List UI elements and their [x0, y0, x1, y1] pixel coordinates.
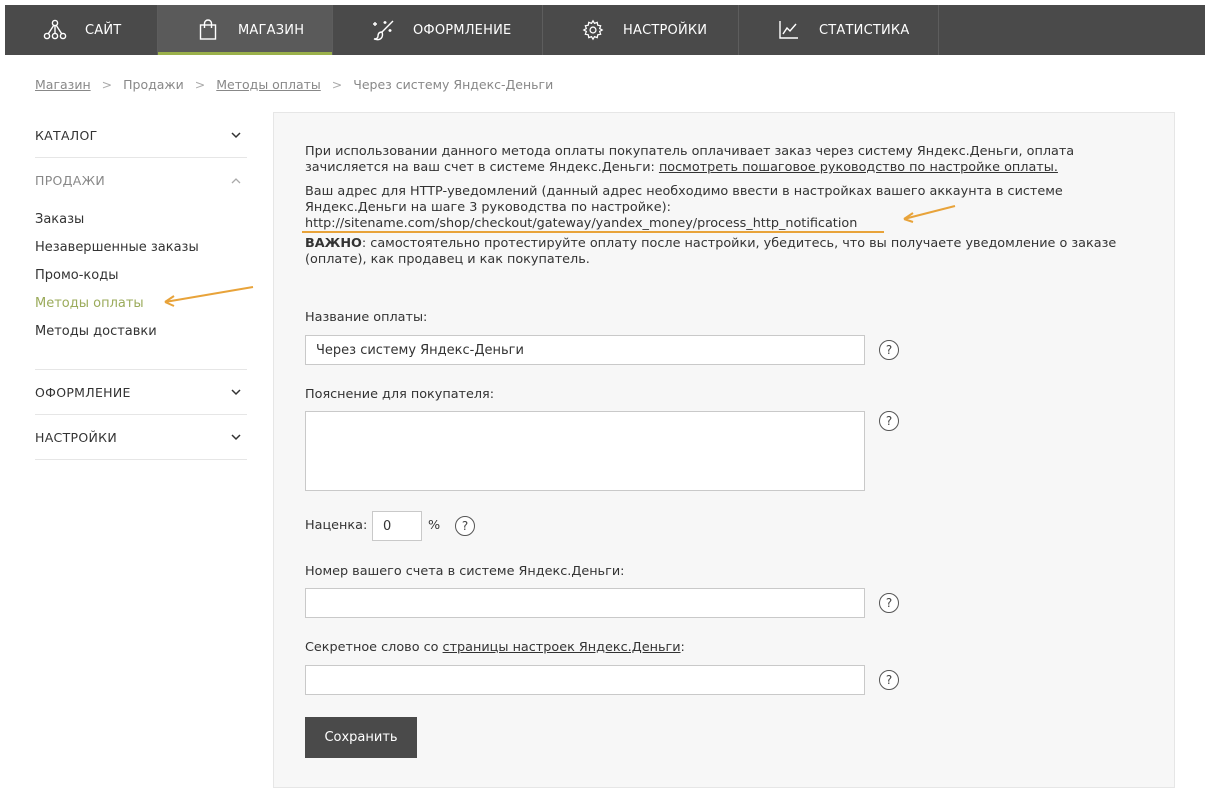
breadcrumb-separator: > [331, 77, 343, 92]
chevron-down-icon [229, 385, 243, 399]
payment-name-input[interactable] [305, 335, 865, 365]
info-text-2: Ваш адрес для HTTP-уведомлений (данный а… [305, 184, 1063, 215]
help-icon[interactable]: ? [879, 593, 899, 613]
sidebar-section-label: НАСТРОЙКИ [35, 429, 117, 445]
gear-icon [581, 18, 605, 42]
yandex-settings-link[interactable]: страницы настроек Яндекс.Деньги [443, 640, 681, 655]
magic-brush-icon [371, 18, 395, 42]
sidebar-sales-list: Заказы Незавершенные заказы Промо-коды М… [35, 203, 247, 370]
chevron-up-icon [229, 174, 243, 188]
sidebar: КАТАЛОГ ПРОДАЖИ Заказы Незавершенные зак… [35, 113, 247, 460]
secret-word-input[interactable] [305, 665, 865, 695]
sidebar-item-promo-codes[interactable]: Промо-коды [35, 265, 247, 293]
secret-word-label: Секретное слово со страницы настроек Янд… [305, 640, 685, 655]
sidebar-section-label: ОФОРМЛЕНИЕ [35, 384, 131, 400]
info-text-3: : самостоятельно протестируйте оплату по… [305, 236, 1117, 267]
breadcrumb-sales: Продажи [123, 77, 184, 92]
tab-settings-label: НАСТРОЙКИ [623, 22, 708, 38]
tab-design[interactable]: ОФОРМЛЕНИЕ [333, 5, 543, 55]
sidebar-item-delivery-methods[interactable]: Методы доставки [35, 321, 247, 349]
network-icon [43, 18, 67, 42]
account-number-label: Номер вашего счета в системе Яндекс.День… [305, 564, 625, 579]
tab-statistics-label: СТАТИСТИКА [819, 22, 910, 38]
markup-unit: % [428, 518, 441, 533]
info-paragraph: При использовании данного метода оплаты … [305, 144, 1125, 176]
breadcrumb: Магазин > Продажи > Методы оплаты > Чере… [35, 77, 553, 92]
sidebar-section-settings[interactable]: НАСТРОЙКИ [35, 415, 247, 460]
tab-site[interactable]: САЙТ [5, 5, 158, 55]
breadcrumb-separator: > [101, 77, 113, 92]
payment-settings-panel: При использовании данного метода оплаты … [273, 112, 1175, 788]
chevron-down-icon [229, 430, 243, 444]
breadcrumb-separator: > [194, 77, 206, 92]
help-icon[interactable]: ? [879, 670, 899, 690]
notification-url: http://sitename.com/shop/checkout/gatewa… [305, 216, 858, 231]
chevron-down-icon [229, 128, 243, 142]
sidebar-item-orders[interactable]: Заказы [35, 209, 247, 237]
markup-input[interactable] [372, 511, 422, 541]
shopping-bag-icon [196, 18, 220, 42]
guide-link[interactable]: посмотреть пошаговое руководство по наст… [659, 160, 1058, 175]
tab-shop-label: МАГАЗИН [238, 22, 305, 38]
breadcrumb-current: Через систему Яндекс-Деньги [353, 77, 554, 92]
sidebar-section-label: ПРОДАЖИ [35, 173, 106, 188]
info-paragraph: Ваш адрес для HTTP-уведомлений (данный а… [305, 184, 1125, 232]
sidebar-section-sales[interactable]: ПРОДАЖИ [35, 158, 247, 203]
sidebar-section-design[interactable]: ОФОРМЛЕНИЕ [35, 370, 247, 415]
tab-shop[interactable]: МАГАЗИН [158, 5, 333, 55]
important-label: ВАЖНО [305, 236, 362, 251]
help-icon[interactable]: ? [879, 411, 899, 431]
account-number-input[interactable] [305, 588, 865, 618]
tab-statistics[interactable]: СТАТИСТИКА [739, 5, 939, 55]
secret-word-label-text: Секретное слово со [305, 640, 443, 655]
breadcrumb-payment-methods[interactable]: Методы оплаты [216, 77, 321, 92]
top-navigation: САЙТ МАГАЗИН ОФОРМЛЕНИЕ НАСТРОЙКИ СТАТИС… [5, 5, 1205, 55]
help-icon[interactable]: ? [879, 340, 899, 360]
info-paragraph: ВАЖНО: самостоятельно протестируйте опла… [305, 236, 1125, 268]
payment-name-label: Название оплаты: [305, 310, 428, 325]
tab-design-label: ОФОРМЛЕНИЕ [413, 22, 512, 38]
markup-label: Наценка: [305, 518, 368, 533]
breadcrumb-shop[interactable]: Магазин [35, 77, 91, 92]
sidebar-item-incomplete-orders[interactable]: Незавершенные заказы [35, 237, 247, 265]
help-icon[interactable]: ? [455, 516, 475, 536]
sidebar-item-payment-methods[interactable]: Методы оплаты [35, 293, 247, 321]
customer-description-label: Пояснение для покупателя: [305, 387, 495, 402]
tab-site-label: САЙТ [85, 22, 122, 38]
sidebar-section-catalog[interactable]: КАТАЛОГ [35, 113, 247, 158]
chart-line-icon [777, 18, 801, 42]
tab-settings[interactable]: НАСТРОЙКИ [543, 5, 739, 55]
sidebar-section-label: КАТАЛОГ [35, 127, 98, 143]
secret-word-label-suffix: : [680, 640, 685, 655]
customer-description-textarea[interactable] [305, 411, 865, 491]
info-text: При использовании данного метода оплаты … [305, 144, 1125, 276]
save-button[interactable]: Сохранить [305, 717, 417, 758]
